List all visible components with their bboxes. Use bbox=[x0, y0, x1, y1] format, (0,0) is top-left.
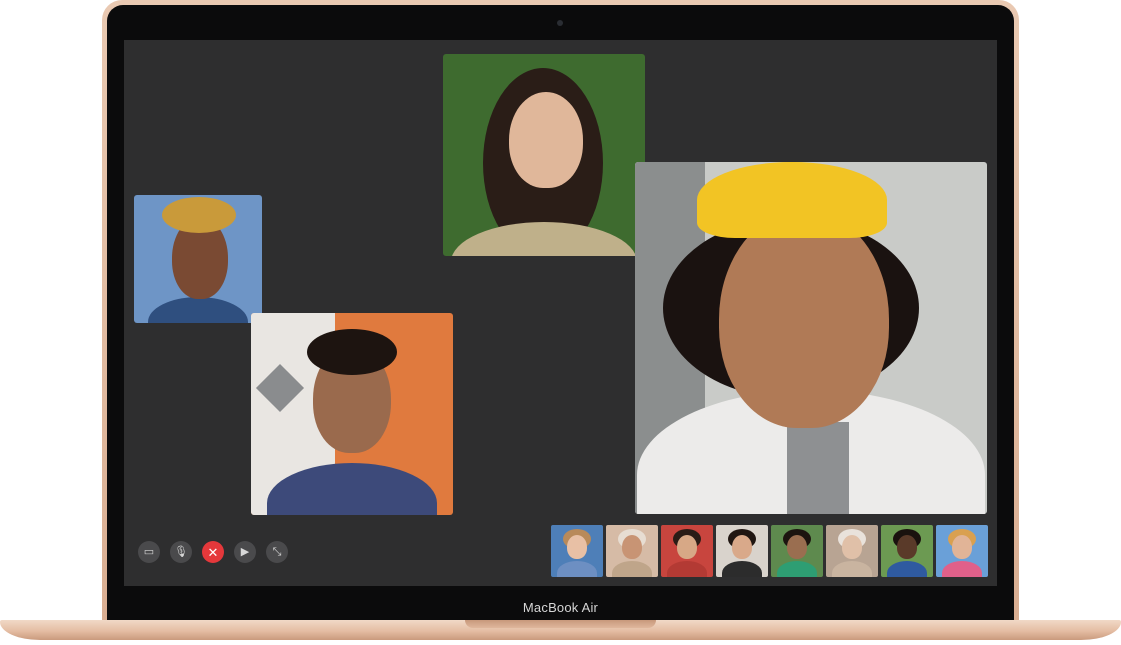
laptop-notch bbox=[465, 620, 656, 628]
facetime-window: ▭ 🎙 ✕ ▶ ⤡ bbox=[124, 40, 997, 586]
participant-video-man-featured[interactable] bbox=[635, 162, 987, 514]
fullscreen-icon: ⤡ bbox=[272, 545, 282, 558]
thumbnail-body bbox=[557, 561, 597, 577]
thumbnail-body bbox=[722, 561, 762, 577]
participant-thumbnail[interactable] bbox=[771, 525, 823, 577]
undershirt bbox=[787, 422, 849, 514]
participant-thumbnail[interactable] bbox=[826, 525, 878, 577]
participant-video-woman-left[interactable] bbox=[134, 195, 262, 323]
participant-thumbnail[interactable] bbox=[881, 525, 933, 577]
participant-thumbnail[interactable] bbox=[606, 525, 658, 577]
thumbnail-face bbox=[897, 535, 917, 559]
call-controls: ▭ 🎙 ✕ ▶ ⤡ bbox=[138, 541, 288, 563]
thumbnail-face bbox=[842, 535, 862, 559]
thumbnail-face bbox=[952, 535, 972, 559]
thumbnail-face bbox=[787, 535, 807, 559]
participant-video-woman-top[interactable] bbox=[443, 54, 645, 256]
participant-video-man-center[interactable] bbox=[251, 313, 453, 515]
thumbnail-face bbox=[732, 535, 752, 559]
tile-hair bbox=[307, 329, 397, 375]
thumbnail-face bbox=[622, 535, 642, 559]
participant-thumbnail-strip bbox=[551, 525, 988, 577]
tile-hat bbox=[697, 162, 887, 238]
thumbnail-face bbox=[567, 535, 587, 559]
sidebar-button[interactable]: ▭ bbox=[138, 541, 160, 563]
thumbnail-face bbox=[677, 535, 697, 559]
mute-button[interactable]: 🎙 bbox=[170, 541, 192, 563]
fullscreen-button[interactable]: ⤡ bbox=[266, 541, 288, 563]
device-model-label: MacBook Air bbox=[522, 600, 599, 615]
sidebar-icon: ▭ bbox=[143, 545, 155, 558]
thumbnail-body bbox=[832, 561, 872, 577]
participant-thumbnail[interactable] bbox=[661, 525, 713, 577]
participant-thumbnail[interactable] bbox=[936, 525, 988, 577]
tile-hair bbox=[162, 197, 236, 233]
tile-skin bbox=[719, 210, 889, 428]
thumbnail-body bbox=[887, 561, 927, 577]
camera-icon: ▶ bbox=[240, 545, 250, 558]
end-call-icon: ✕ bbox=[207, 544, 219, 560]
thumbnail-body bbox=[612, 561, 652, 577]
tile-skin bbox=[509, 92, 583, 188]
participant-thumbnail[interactable] bbox=[716, 525, 768, 577]
thumbnail-body bbox=[777, 561, 817, 577]
thumbnail-body bbox=[942, 561, 982, 577]
participant-thumbnail[interactable] bbox=[551, 525, 603, 577]
camera-icon bbox=[557, 20, 563, 26]
camera-button[interactable]: ▶ bbox=[234, 541, 256, 563]
mute-icon: 🎙 bbox=[174, 545, 188, 558]
thumbnail-body bbox=[667, 561, 707, 577]
laptop: ▭ 🎙 ✕ ▶ ⤡ MacBook Air bbox=[0, 0, 1121, 645]
end-call-button[interactable]: ✕ bbox=[202, 541, 224, 563]
